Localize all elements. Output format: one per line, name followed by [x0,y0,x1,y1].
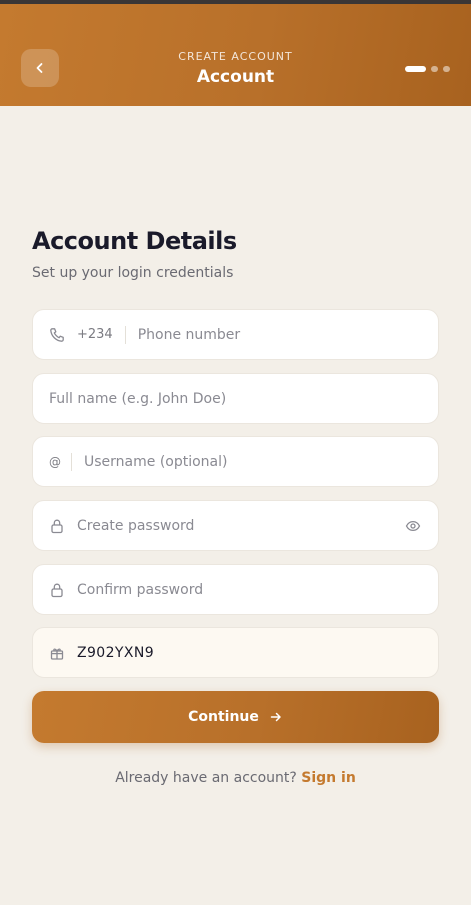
confirm-password-input[interactable] [77,565,422,614]
header-title: Account [196,67,275,87]
username-field[interactable]: @ [32,436,439,487]
phone-field[interactable]: +234 [32,309,439,360]
create-password-field[interactable] [32,500,439,551]
page-subtitle: Set up your login credentials [32,265,234,281]
confirm-password-field[interactable] [32,564,439,615]
signin-link[interactable]: Sign in [301,770,356,786]
referral-code-input[interactable] [77,628,422,677]
lock-icon [49,582,65,598]
gift-icon [49,645,65,661]
country-code[interactable]: +234 [77,327,113,342]
continue-button[interactable]: Continue [32,691,439,743]
arrow-right-icon [270,712,281,722]
at-symbol: @ [49,454,61,469]
signin-row: Already have an account? Sign in [0,770,471,786]
lock-icon [49,518,65,534]
full-name-field[interactable] [32,373,439,424]
full-name-input[interactable] [49,374,422,423]
username-input[interactable] [84,437,422,486]
step-dot-3 [443,66,450,72]
eye-icon[interactable] [404,517,422,535]
page-title: Account Details [32,227,237,255]
step-dot-1 [405,66,426,72]
create-password-input[interactable] [77,501,404,550]
continue-label: Continue [188,709,259,725]
phone-icon [49,327,65,343]
header-eyebrow: CREATE ACCOUNT [178,50,293,63]
step-indicator [405,66,450,72]
phone-input[interactable] [137,310,422,359]
field-divider [71,452,72,471]
step-dot-2 [431,66,438,72]
referral-code-field[interactable] [32,627,439,678]
signin-prompt: Already have an account? [115,770,302,786]
field-divider [124,325,126,344]
app-header: CREATE ACCOUNT Account [0,4,471,106]
